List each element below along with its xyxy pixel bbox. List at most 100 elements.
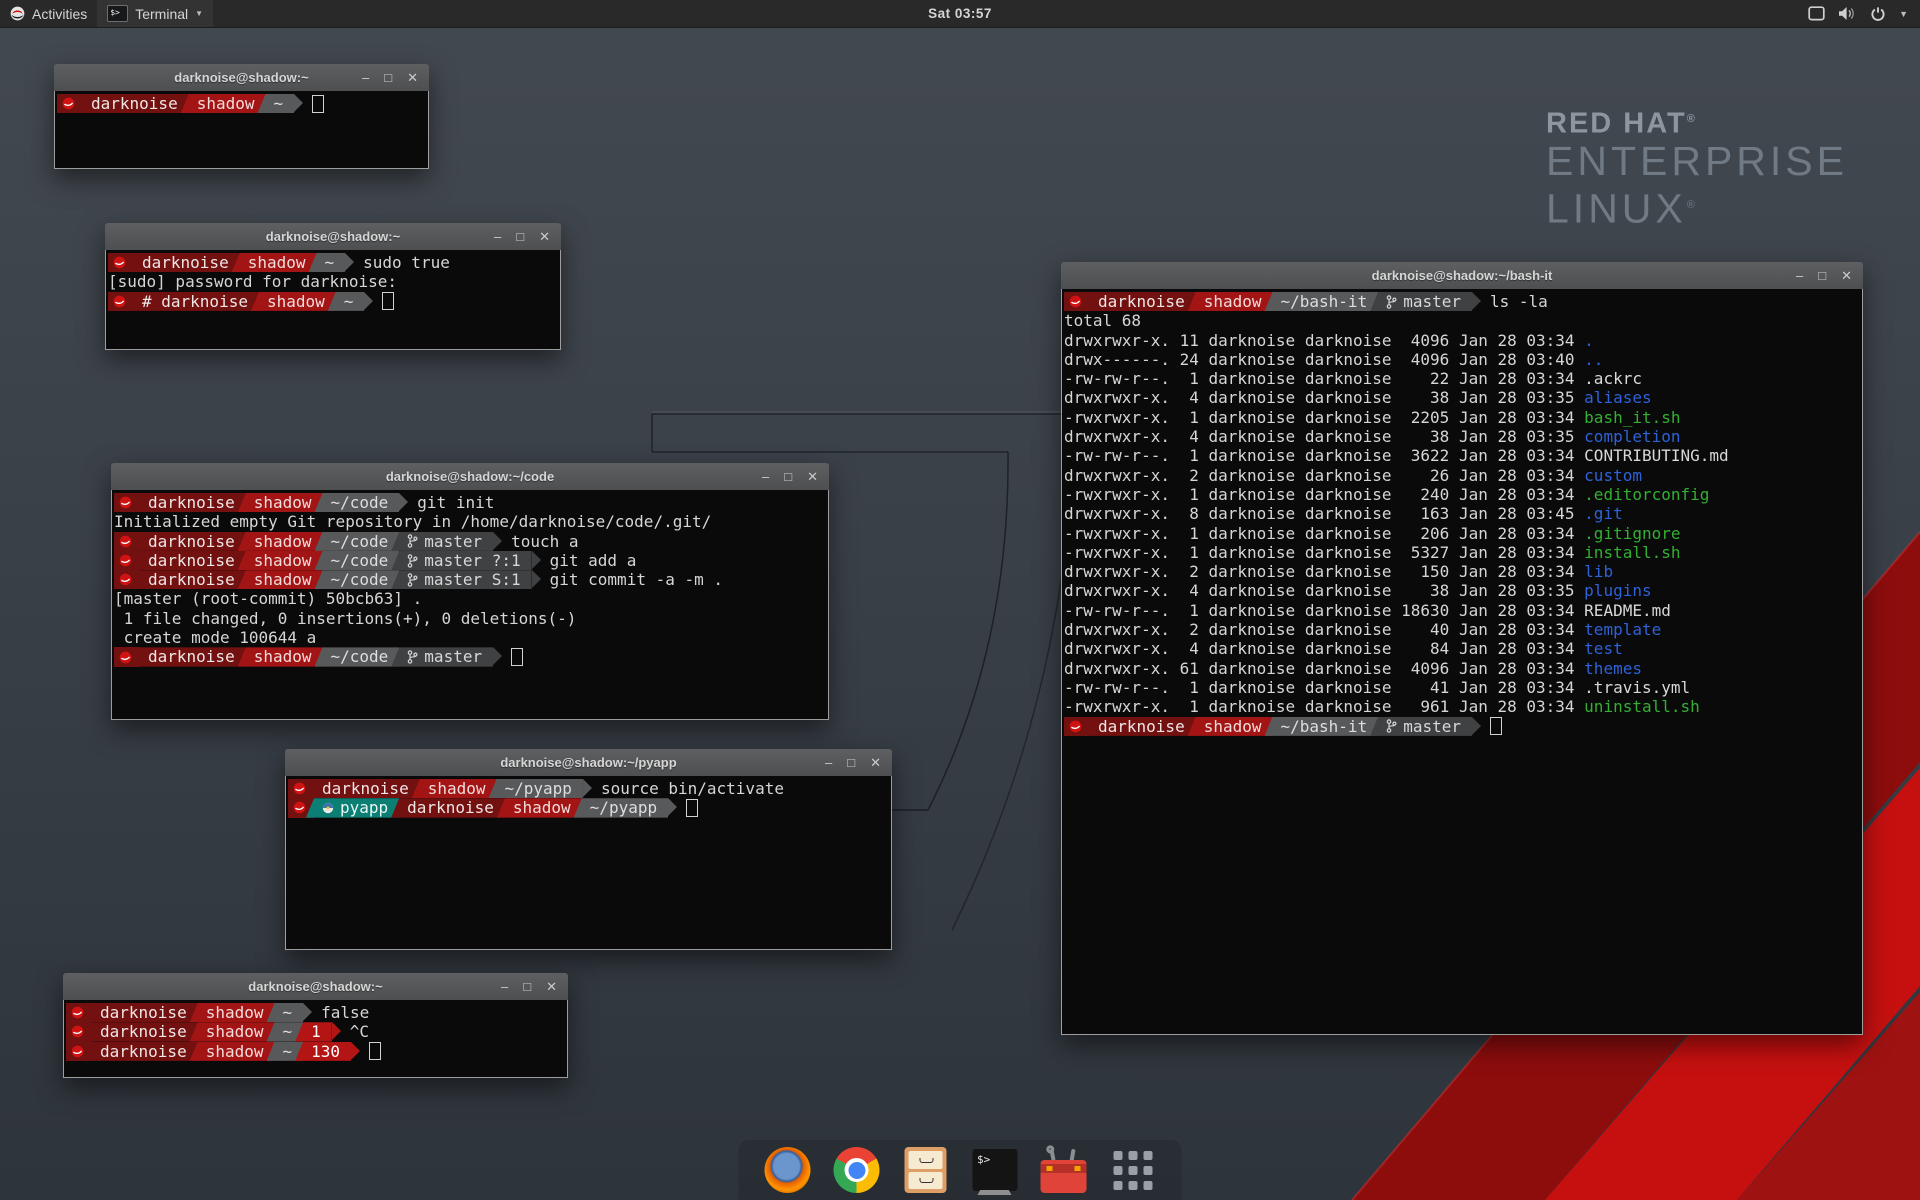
prompt-line: darknoiseshadow~/bash-itmaster (1064, 717, 1862, 736)
close-button[interactable]: ✕ (407, 71, 418, 84)
minimize-button[interactable]: – (1796, 269, 1803, 282)
terminal-content[interactable]: darknoiseshadow~/pyappsource bin/activat… (285, 776, 892, 950)
window-titlebar[interactable]: darknoise@shadow:~/code – □ ✕ (111, 463, 829, 491)
prompt-segment-host: shadow (1188, 717, 1273, 736)
prompt-line: darknoiseshadow~false (66, 1003, 567, 1022)
ls-row: drwxrwxr-x. 2 darknoise darknoise 40 Jan… (1064, 620, 1862, 639)
top-bar: Activities $> Terminal ▼ Sat 03:57 ▼ (0, 0, 1920, 27)
dock-files[interactable] (901, 1145, 951, 1195)
prompt-segment-user: darknoise (126, 253, 240, 272)
minimize-button[interactable]: – (762, 470, 769, 483)
window-titlebar[interactable]: darknoise@shadow:~ – □ ✕ (105, 223, 561, 251)
command-text: ^C (350, 1022, 369, 1041)
terminal-cursor (382, 292, 394, 310)
maximize-button[interactable]: □ (384, 71, 392, 84)
ls-row: -rwxrwxr-x. 1 darknoise darknoise 2205 J… (1064, 408, 1862, 427)
venv-label: pyapp (340, 798, 388, 817)
chrome-icon (834, 1147, 880, 1193)
redhat-icon (113, 256, 126, 269)
activities-button[interactable]: Activities (0, 0, 97, 27)
app-menu[interactable]: $> Terminal ▼ (97, 0, 213, 27)
terminal-content[interactable]: darknoiseshadow~falsedarknoiseshadow~1^C… (63, 1000, 568, 1078)
redhat-icon (119, 573, 132, 586)
window-title: darknoise@shadow:~/pyapp (500, 755, 676, 770)
prompt-segment-path: ~/code (315, 570, 400, 589)
ls-row: -rw-rw-r--. 1 darknoise darknoise 3622 J… (1064, 446, 1862, 465)
prompt-segment-host: shadow (190, 1022, 275, 1041)
terminal-window-home-2[interactable]: darknoise@shadow:~ – □ ✕ darknoiseshadow… (63, 973, 568, 1078)
maximize-button[interactable]: □ (847, 756, 855, 769)
maximize-button[interactable]: □ (523, 980, 531, 993)
close-button[interactable]: ✕ (870, 756, 881, 769)
prompt-arrow (493, 647, 502, 665)
terminal-icon-stand (978, 1190, 1012, 1195)
close-button[interactable]: ✕ (539, 230, 550, 243)
maximize-button[interactable]: □ (784, 470, 792, 483)
window-titlebar[interactable]: darknoise@shadow:~/bash-it – □ ✕ (1061, 262, 1863, 290)
terminal-window-sudo[interactable]: darknoise@shadow:~ – □ ✕ darknoiseshadow… (105, 223, 561, 350)
terminal-output-line: create mode 100644 a (114, 628, 828, 647)
prompt-segment-user: darknoise (75, 94, 189, 113)
chevron-down-icon: ▼ (1899, 9, 1908, 19)
ls-row-meta: drwxrwxr-x. 61 darknoise darknoise 4096 … (1064, 659, 1584, 678)
power-icon (1870, 6, 1886, 22)
ls-row-meta: drwxrwxr-x. 4 darknoise darknoise 38 Jan… (1064, 581, 1584, 600)
window-titlebar[interactable]: darknoise@shadow:~ – □ ✕ (63, 973, 568, 1001)
maximize-button[interactable]: □ (1818, 269, 1826, 282)
git-branch-label: master (1403, 717, 1461, 736)
prompt-segment-path: ~/bash-it (1265, 292, 1379, 311)
redhat-icon (119, 554, 132, 567)
close-button[interactable]: ✕ (807, 470, 818, 483)
dock-app-grid[interactable] (1108, 1145, 1158, 1195)
prompt-segment-user: darknoise (391, 798, 505, 817)
maximize-button[interactable]: □ (516, 230, 524, 243)
dock-firefox[interactable] (763, 1145, 813, 1195)
terminal-content[interactable]: darknoiseshadow~ (54, 91, 429, 169)
terminal-cursor (1490, 717, 1502, 735)
minimize-button[interactable]: – (825, 756, 832, 769)
terminal-output-line: total 68 (1064, 311, 1862, 330)
output-text: [sudo] password for darknoise: (108, 272, 397, 291)
terminal-window-bash-it[interactable]: darknoise@shadow:~/bash-it – □ ✕ darknoi… (1061, 262, 1863, 1035)
command-text: git commit -a -m . (550, 570, 723, 589)
window-titlebar[interactable]: darknoise@shadow:~ – □ ✕ (54, 64, 429, 92)
window-titlebar[interactable]: darknoise@shadow:~/pyapp – □ ✕ (285, 749, 892, 777)
prompt-segment-git: master (391, 647, 493, 666)
files-icon (905, 1147, 947, 1193)
close-button[interactable]: ✕ (546, 980, 557, 993)
prompt-segment-host: shadow (181, 94, 266, 113)
chevron-down-icon: ▼ (195, 9, 203, 18)
system-status-area[interactable]: ▼ (1802, 0, 1914, 27)
ls-row-meta: drwxrwxr-x. 8 darknoise darknoise 163 Ja… (1064, 504, 1584, 523)
dock-toolbox[interactable] (1039, 1145, 1089, 1195)
minimize-button[interactable]: – (362, 71, 369, 84)
filename: completion (1584, 427, 1680, 446)
prompt-segment-user: darknoise (132, 647, 246, 666)
ls-row: drwxrwxr-x. 61 darknoise darknoise 4096 … (1064, 659, 1862, 678)
ls-row-meta: -rw-rw-r--. 1 darknoise darknoise 41 Jan… (1064, 678, 1584, 697)
dock-terminal[interactable]: $> (970, 1145, 1020, 1195)
ls-row: -rwxrwxr-x. 1 darknoise darknoise 206 Ja… (1064, 524, 1862, 543)
prompt-segment-host: shadow (190, 1042, 275, 1061)
dock-chrome[interactable] (832, 1145, 882, 1195)
terminal-content[interactable]: darknoiseshadow~/bash-itmasterls -latota… (1061, 289, 1863, 1035)
ls-row: drwxrwxr-x. 4 darknoise darknoise 38 Jan… (1064, 581, 1862, 600)
terminal-window-pyapp[interactable]: darknoise@shadow:~/pyapp – □ ✕ darknoise… (285, 749, 892, 950)
terminal-content[interactable]: darknoiseshadow~/codegit initInitialized… (111, 490, 829, 720)
terminal-window-home-1[interactable]: darknoise@shadow:~ – □ ✕ darknoiseshadow… (54, 64, 429, 169)
close-button[interactable]: ✕ (1841, 269, 1852, 282)
redhat-icon (1069, 720, 1082, 733)
minimize-button[interactable]: – (494, 230, 501, 243)
clock[interactable]: Sat 03:57 (928, 6, 992, 21)
prompt-arrow (583, 779, 592, 797)
rhel-branding: RED HAT® ENTERPRISE LINUX® (1546, 104, 1848, 230)
terminal-content[interactable]: darknoiseshadow~sudo true[sudo] password… (105, 250, 561, 350)
prompt-line: darknoiseshadow~/pyappsource bin/activat… (288, 779, 891, 798)
window-title: darknoise@shadow:~ (174, 70, 308, 85)
minimize-button[interactable]: – (501, 980, 508, 993)
terminal-output-line: [sudo] password for darknoise: (108, 272, 560, 291)
volume-icon (1838, 6, 1857, 21)
prompt-arrow (332, 1022, 341, 1040)
prompt-segment-path: ~/code (315, 532, 400, 551)
terminal-window-code[interactable]: darknoise@shadow:~/code – □ ✕ darknoises… (111, 463, 829, 720)
